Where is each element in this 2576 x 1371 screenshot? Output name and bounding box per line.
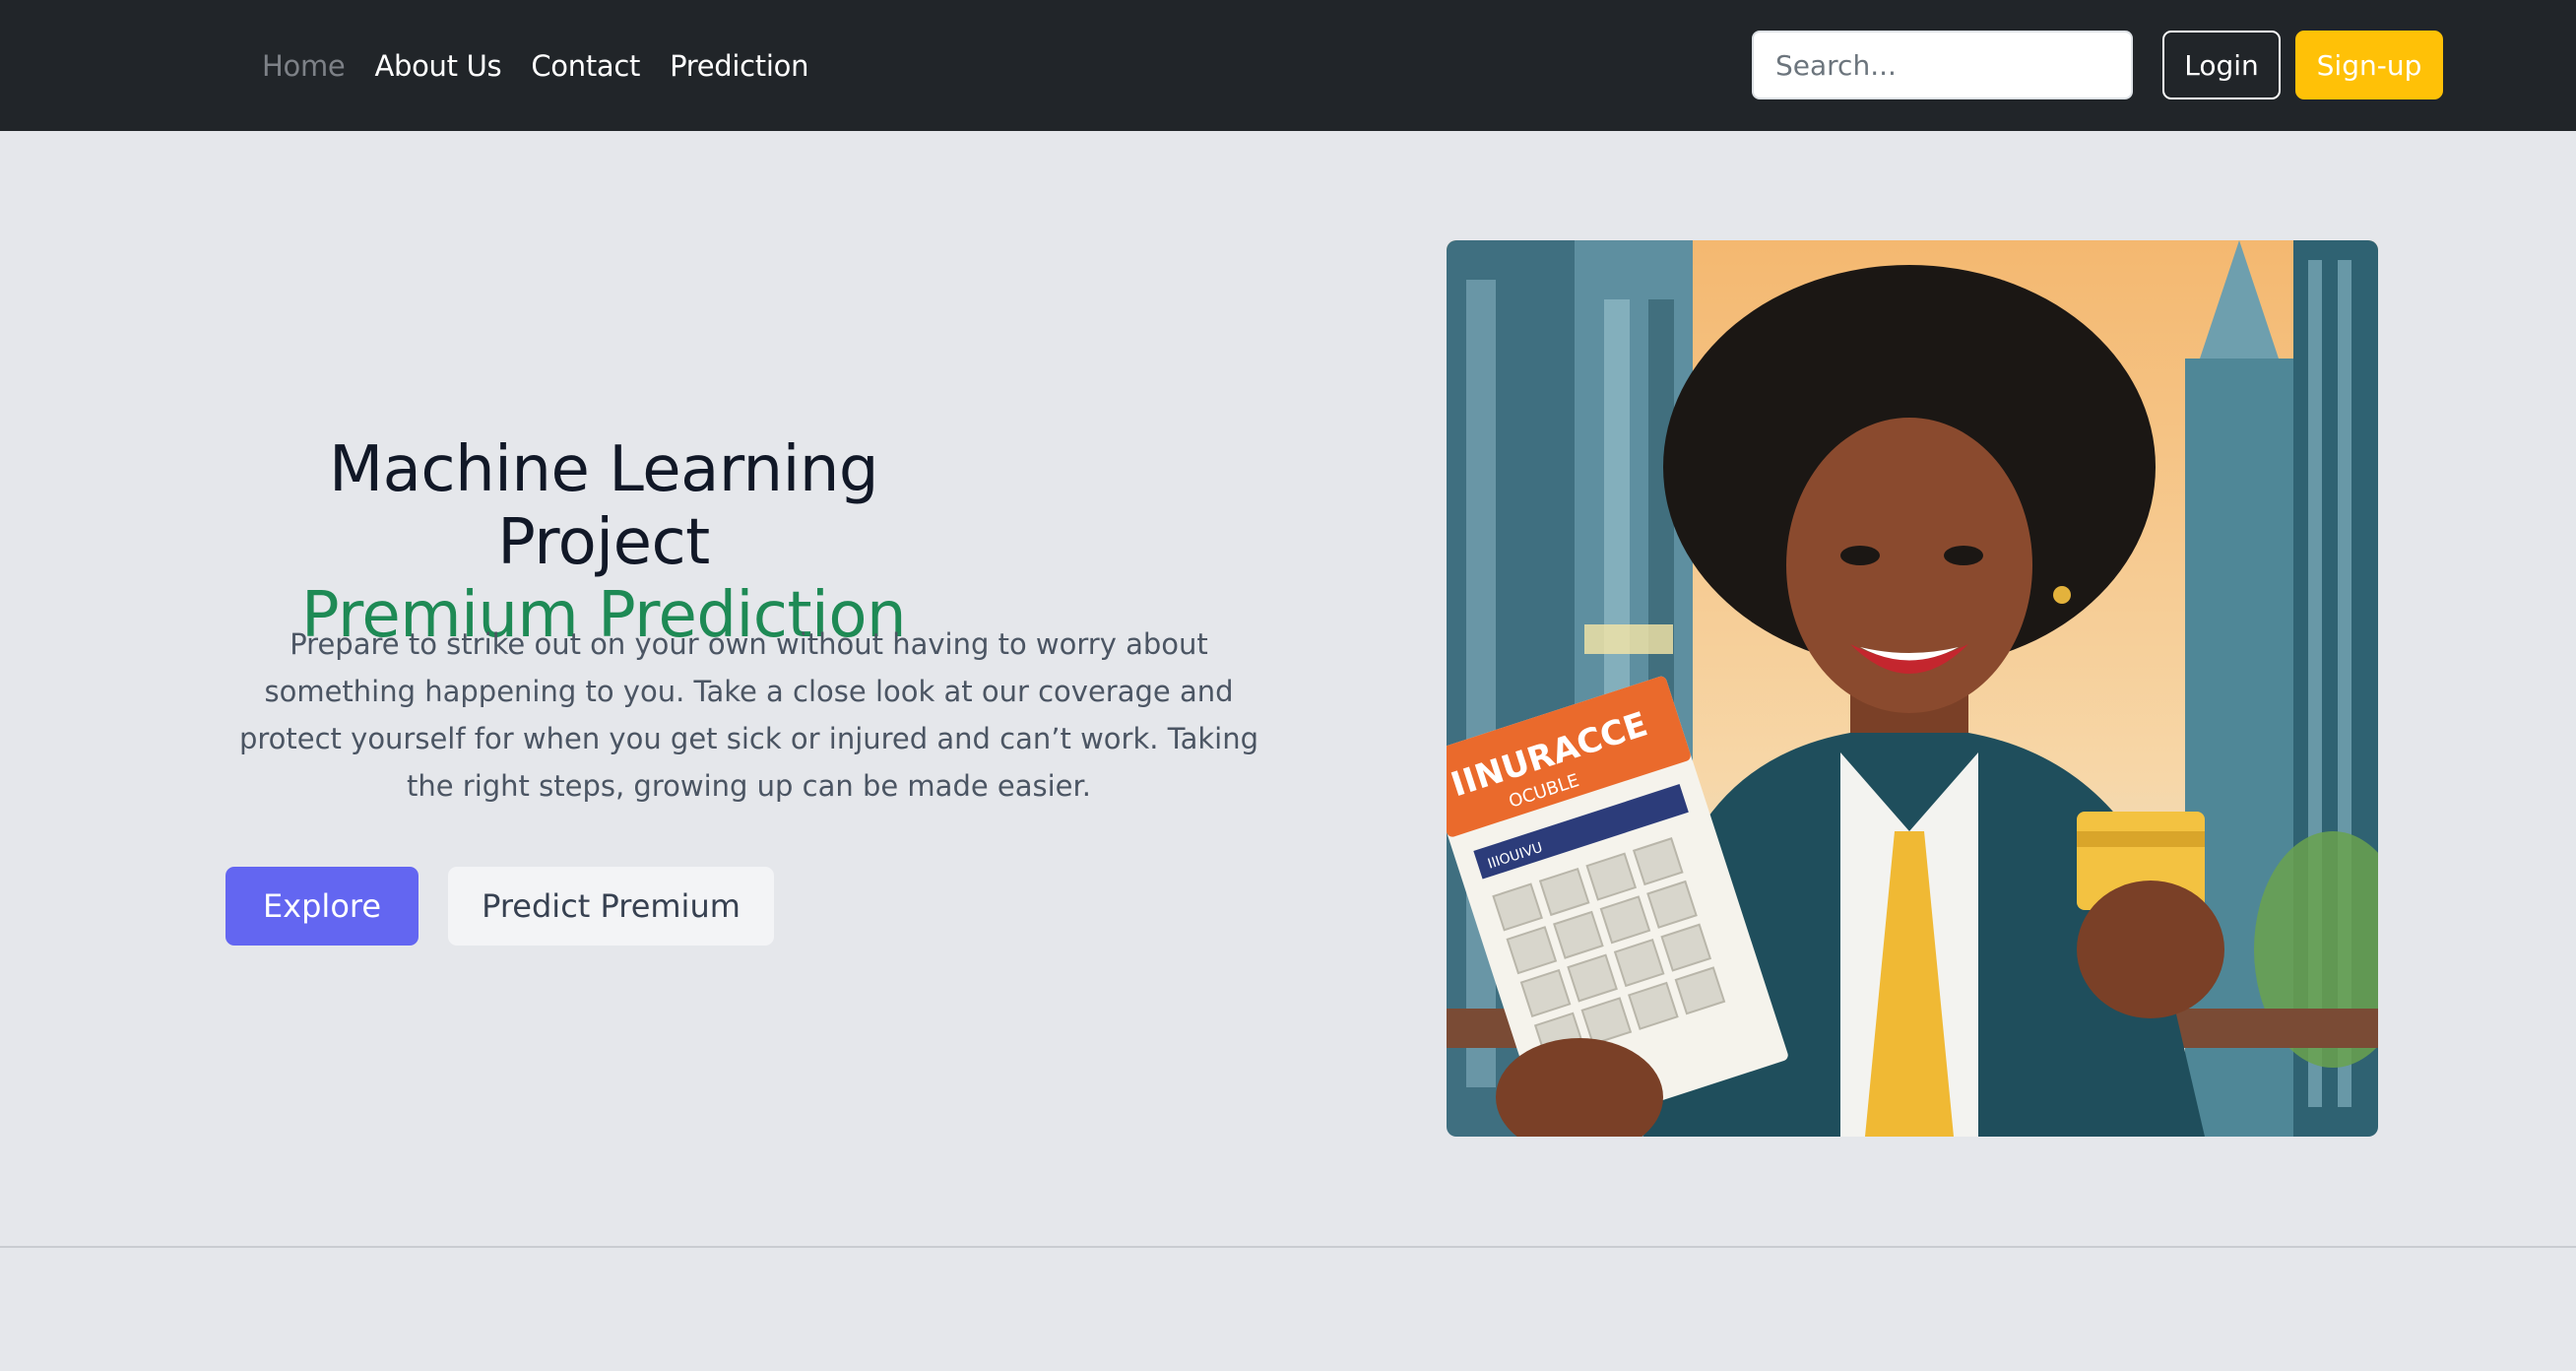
signup-button[interactable]: Sign-up [2295, 31, 2443, 99]
section-divider [0, 1246, 2576, 1248]
top-navbar: Home About Us Contact Prediction Login S… [0, 0, 2576, 131]
hero-illustration: IINURACCE OCUBLE IIIOUIVU [1447, 240, 2378, 1137]
predict-premium-button[interactable]: Predict Premium [448, 867, 774, 946]
nav-link-home[interactable]: Home [262, 49, 346, 83]
hero-title: Machine Learning Project Premium Predict… [225, 433, 983, 652]
nav-link-contact[interactable]: Contact [531, 49, 640, 83]
search-input[interactable] [1752, 31, 2133, 99]
login-button[interactable]: Login [2162, 31, 2281, 99]
explore-button[interactable]: Explore [225, 867, 419, 946]
insurance-illustration-icon: IINURACCE OCUBLE IIIOUIVU [1447, 240, 2378, 1137]
nav-links: Home About Us Contact Prediction [262, 0, 838, 131]
hero-title-text: Machine Learning Project [328, 433, 879, 579]
hero-description: Prepare to strike out on your own withou… [238, 627, 1259, 803]
nav-link-about-us[interactable]: About Us [374, 49, 501, 83]
nav-link-prediction[interactable]: Prediction [670, 49, 808, 83]
